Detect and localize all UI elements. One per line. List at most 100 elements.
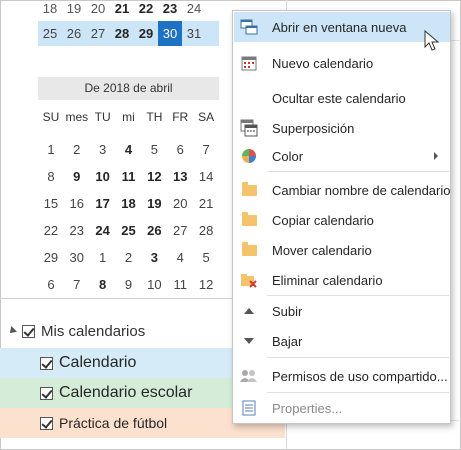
mini-calendar-day[interactable]: 22 xyxy=(38,223,64,238)
mini-calendar-day[interactable]: 4 xyxy=(167,250,193,265)
mini-calendar-day[interactable]: 14 xyxy=(193,169,219,184)
open-window-icon xyxy=(240,18,258,36)
mini-calendar-day[interactable]: 26 xyxy=(62,21,86,46)
collapse-caret-icon[interactable] xyxy=(7,326,17,336)
mini-calendar-day[interactable]: 16 xyxy=(64,196,90,211)
folder-group-label: Mis calendarios xyxy=(41,322,146,340)
mini-calendar-day[interactable]: 3 xyxy=(90,142,116,157)
menu-item-move[interactable]: Mover calendario xyxy=(234,236,450,264)
mini-calendar-week-row: 8 9 10 11 12 13 14 xyxy=(38,163,219,190)
mini-calendar-day[interactable]: 25 xyxy=(38,21,62,46)
mini-calendar-day[interactable]: 2 xyxy=(116,250,142,265)
menu-item-color[interactable]: Color xyxy=(234,142,450,170)
mini-calendar-day[interactable]: 23 xyxy=(64,223,90,238)
mini-calendar-day[interactable]: 6 xyxy=(167,142,193,157)
mini-calendar-day[interactable]: 5 xyxy=(141,142,167,157)
menu-item-copy[interactable]: Copiar calendario xyxy=(234,206,450,234)
menu-item-open-new-window[interactable]: Abrir en ventana nueva xyxy=(234,12,450,42)
mini-calendar-day[interactable]: 29 xyxy=(38,250,64,265)
menu-item-overlay[interactable]: Superposición xyxy=(234,114,450,142)
mini-calendar-today[interactable]: 30 xyxy=(158,21,182,46)
mini-calendar-day[interactable]: 20 xyxy=(167,196,193,211)
mini-calendar-day[interactable]: 30 xyxy=(64,250,90,265)
menu-item-new-calendar[interactable]: Nuevo calendario xyxy=(234,49,450,77)
sharing-permissions-icon xyxy=(240,367,258,385)
menu-item-move-up[interactable]: Subir xyxy=(234,297,450,325)
mini-calendar-day[interactable]: 21 xyxy=(110,1,134,16)
menu-item-label: Bajar xyxy=(272,333,303,349)
mini-calendar-day[interactable]: 27 xyxy=(86,21,110,46)
mini-calendar-day[interactable]: 25 xyxy=(116,223,142,238)
mini-calendar-day[interactable]: 19 xyxy=(141,196,167,211)
mini-calendar-day[interactable]: 18 xyxy=(38,1,62,16)
mini-calendar-day[interactable]: 7 xyxy=(64,277,90,292)
mini-calendar-day[interactable]: 27 xyxy=(167,223,193,238)
weekday-label: TU xyxy=(94,110,111,124)
menu-item-label: Superposición xyxy=(272,120,355,136)
mouse-cursor-icon xyxy=(424,30,440,51)
weekday-label: mes xyxy=(65,110,89,124)
menu-item-sharing-permissions[interactable]: Permisos de uso compartido... xyxy=(234,362,450,390)
mini-calendar-day[interactable]: 10 xyxy=(141,277,167,292)
mini-calendar-week-row: 6 7 8 9 10 11 12 xyxy=(38,271,219,298)
mini-calendar-selected-week: 25 26 27 28 29 30 31 xyxy=(38,21,219,46)
mini-calendar-day[interactable]: 28 xyxy=(193,223,219,238)
delete-folder-icon xyxy=(240,271,258,289)
mini-calendar-day[interactable]: 8 xyxy=(38,169,64,184)
mini-calendar-day[interactable]: 9 xyxy=(64,169,90,184)
menu-item-label: Cambiar nombre de calendario xyxy=(272,182,451,198)
group-checkbox[interactable] xyxy=(22,324,35,338)
mini-calendar-day[interactable]: 21 xyxy=(193,196,219,211)
move-folder-icon xyxy=(240,241,258,259)
mini-calendar-day[interactable]: 11 xyxy=(167,277,193,292)
menu-separator xyxy=(267,295,449,296)
mini-calendar-week-row: 29 30 1 2 3 4 5 xyxy=(38,244,219,271)
mini-calendar-day[interactable]: 15 xyxy=(38,196,64,211)
mini-calendar-day[interactable]: 24 xyxy=(90,223,116,238)
mini-calendar-day[interactable]: 1 xyxy=(38,142,64,157)
mini-calendar-day[interactable]: 7 xyxy=(193,142,219,157)
rename-folder-icon xyxy=(240,181,258,199)
mini-calendar-day[interactable]: 28 xyxy=(110,21,134,46)
mini-calendar-day[interactable]: 3 xyxy=(141,250,167,265)
weekday-label: mi xyxy=(122,110,135,124)
mini-calendar-day[interactable]: 12 xyxy=(193,277,219,292)
menu-item-rename[interactable]: Cambiar nombre de calendario xyxy=(234,176,450,204)
mini-calendar-day[interactable]: 29 xyxy=(134,21,158,46)
mini-calendar-day[interactable]: 1 xyxy=(90,250,116,265)
mini-calendar-day[interactable]: 10 xyxy=(90,169,116,184)
calendar-checkbox[interactable] xyxy=(40,386,53,400)
mini-calendar-day[interactable]: 24 xyxy=(182,1,206,16)
mini-calendar-day[interactable]: 5 xyxy=(193,250,219,265)
mini-calendar-day[interactable]: 19 xyxy=(62,1,86,16)
mini-calendar-day[interactable]: 8 xyxy=(90,277,116,292)
weekday-label: SA xyxy=(198,110,215,124)
mini-calendar-week-row: 18 19 20 21 22 23 24 xyxy=(38,1,219,16)
folder-group-header[interactable]: Mis calendarios xyxy=(7,320,146,342)
mini-calendar-day[interactable]: 17 xyxy=(90,196,116,211)
mini-calendar-day[interactable]: 11 xyxy=(116,169,142,184)
menu-item-properties[interactable]: Properties... xyxy=(234,394,450,422)
mini-calendar-day[interactable]: 13 xyxy=(167,169,193,184)
mini-calendar-day[interactable]: 4 xyxy=(116,142,142,157)
calendar-checkbox[interactable] xyxy=(40,416,53,430)
mini-calendar-day[interactable]: 23 xyxy=(158,1,182,16)
menu-item-label: Subir xyxy=(272,303,303,319)
menu-item-hide-calendar[interactable]: Ocultar este calendario xyxy=(234,84,450,112)
calendar-checkbox[interactable] xyxy=(40,356,53,370)
mini-calendar-day[interactable]: 18 xyxy=(116,196,142,211)
mini-calendar-day[interactable]: 12 xyxy=(141,169,167,184)
menu-item-label: Properties... xyxy=(272,400,343,416)
mini-calendar-day[interactable]: 26 xyxy=(141,223,167,238)
mini-calendar-day[interactable]: 2 xyxy=(64,142,90,157)
mini-calendar-day[interactable]: 22 xyxy=(134,1,158,16)
menu-item-delete[interactable]: Eliminar calendario xyxy=(234,266,450,294)
mini-calendar-day[interactable]: 31 xyxy=(182,21,206,46)
mini-calendar-day[interactable]: 20 xyxy=(86,1,110,16)
mini-calendar-week-row: 15 16 17 18 19 20 21 xyxy=(38,190,219,217)
mini-calendar-day[interactable]: 9 xyxy=(116,277,142,292)
menu-item-move-down[interactable]: Bajar xyxy=(234,327,450,355)
mini-calendar-day[interactable]: 6 xyxy=(38,277,64,292)
properties-icon xyxy=(240,399,258,417)
calendar-item-label: Calendario xyxy=(59,354,137,371)
